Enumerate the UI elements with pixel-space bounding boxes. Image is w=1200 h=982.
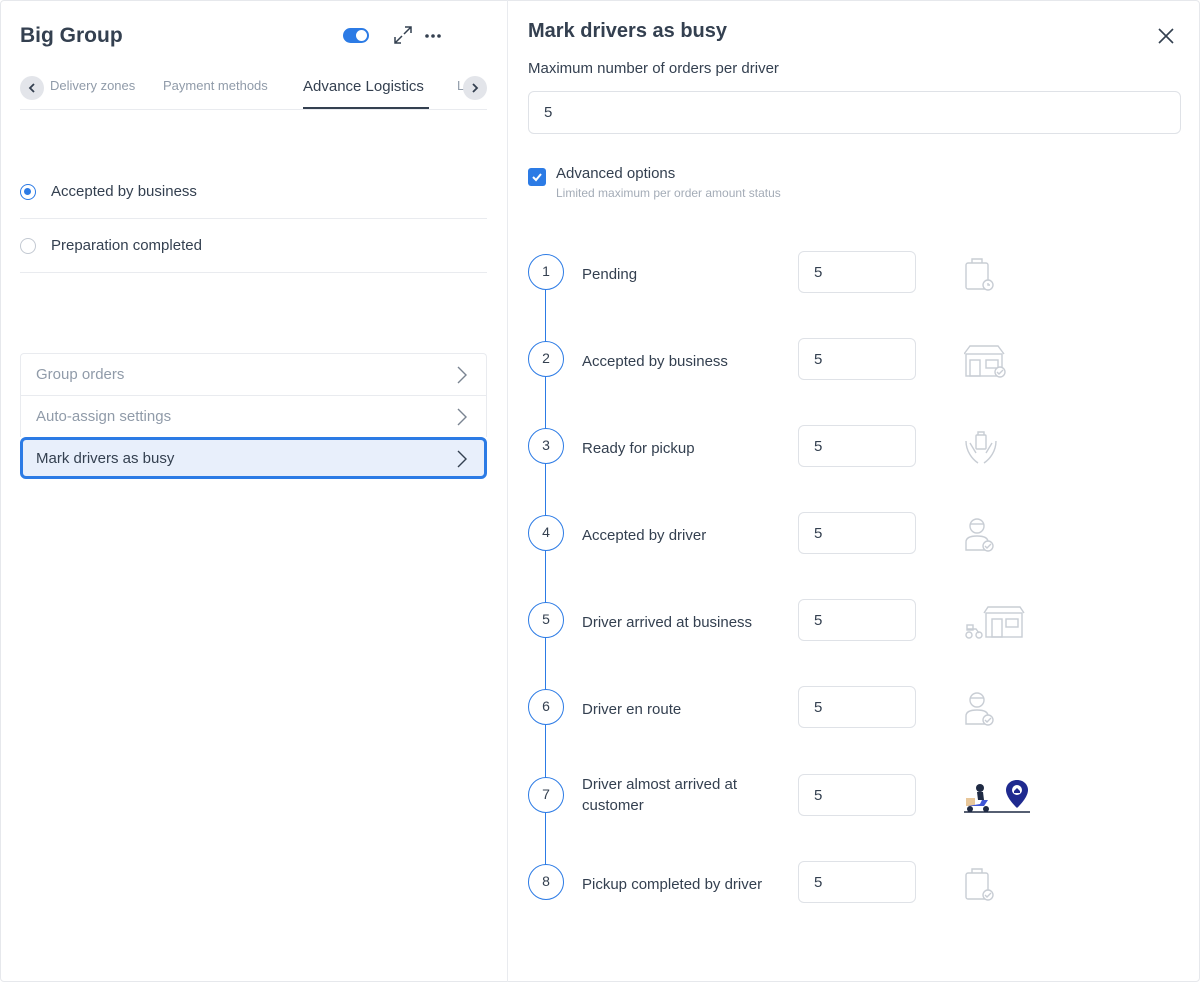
driver-check-icon [965,518,994,552]
step-number: 7 [528,777,564,813]
advanced-options-label: Advanced options [556,165,676,182]
menu-item-group-orders[interactable]: Group orders [20,353,487,395]
chevron-right-icon [457,366,467,384]
step-number: 1 [528,254,564,290]
radio-button[interactable] [20,184,36,200]
more-options-icon[interactable] [423,26,443,46]
tabs-scroll-right-button[interactable] [463,76,487,100]
status-step: 5 Driver arrived at business [528,599,1188,643]
status-step: 3 Ready for pickup [528,425,1188,469]
status-step: 4 Accepted by driver [528,512,1188,556]
menu-item-auto-assign-settings[interactable]: Auto-assign settings [20,395,487,437]
tab-bar: Delivery zones Payment methods Advance L… [20,72,487,110]
step-max-input[interactable] [798,686,916,728]
step-number: 3 [528,428,564,464]
step-max-input[interactable] [798,599,916,641]
settings-menu: Group orders Auto-assign settings Mark d… [20,353,487,479]
status-step: 7 Driver almost arrived at customer [528,774,1188,818]
radio-label: Accepted by business [51,183,197,200]
max-orders-label: Maximum number of orders per driver [528,60,779,77]
page-title: Big Group [20,24,123,47]
step-number: 4 [528,515,564,551]
step-label: Driver arrived at business [582,614,753,631]
radio-label: Preparation completed [51,237,202,254]
expand-icon[interactable] [392,24,414,46]
radio-button[interactable] [20,238,36,254]
driver-check-icon [965,692,994,726]
status-step: 2 Accepted by business [528,338,1188,382]
chevron-right-icon [472,83,479,93]
tab-delivery-zones[interactable]: Delivery zones [50,78,135,93]
tab-advance-logistics[interactable]: Advance Logistics [303,78,424,95]
chevron-right-icon [457,408,467,426]
step-max-input[interactable] [798,425,916,467]
enable-toggle[interactable] [343,28,369,43]
detail-panel: Mark drivers as busy Maximum number of o… [508,0,1200,982]
menu-item-label: Auto-assign settings [36,408,172,425]
step-number: 5 [528,602,564,638]
active-tab-indicator [303,107,429,109]
max-orders-input[interactable] [528,91,1181,134]
step-max-input[interactable] [798,338,916,380]
step-label: Pending [582,266,638,283]
chevron-left-icon [28,83,35,93]
step-max-input[interactable] [798,774,916,816]
step-label: Driver en route [582,701,682,718]
step-label: Driver almost arrived at customer [582,776,738,814]
settings-panel: Big Group Delivery zones Payment methods… [0,0,507,982]
pending-bag-icon [965,258,994,291]
radio-option-accepted-by-business[interactable]: Accepted by business [20,165,487,219]
status-step: 8 Pickup completed by driver [528,861,1188,905]
advanced-options-checkbox[interactable] [528,168,546,186]
status-step: 6 Driver en route [528,686,1188,730]
step-label: Ready for pickup [582,440,695,457]
close-icon[interactable] [1156,26,1176,46]
step-number: 6 [528,689,564,725]
tab-payment-methods[interactable]: Payment methods [163,78,268,93]
tabs-scroll-left-button[interactable] [20,76,44,100]
step-max-input[interactable] [798,861,916,903]
step-max-input[interactable] [798,251,916,293]
step-label: Pickup completed by driver [582,876,763,893]
menu-item-label: Mark drivers as busy [36,450,175,467]
store-check-icon [964,345,1006,378]
menu-item-mark-drivers-as-busy[interactable]: Mark drivers as busy [20,437,487,479]
step-max-input[interactable] [798,512,916,554]
radio-option-preparation-completed[interactable]: Preparation completed [20,219,487,273]
step-number: 2 [528,341,564,377]
status-step: 1 Pending [528,251,1188,295]
advanced-options-description: Limited maximum per order amount status [556,186,781,200]
menu-item-label: Group orders [36,366,125,383]
scooter-store-icon [965,606,1025,639]
chevron-right-icon [457,450,467,468]
detail-title: Mark drivers as busy [528,20,727,42]
step-label: Accepted by driver [582,527,707,544]
scooter-location-icon [964,780,1030,813]
bag-check-icon [965,868,994,901]
hands-bag-icon [965,431,997,464]
step-label: Accepted by business [582,353,728,370]
check-icon [532,173,542,182]
step-number: 8 [528,864,564,900]
